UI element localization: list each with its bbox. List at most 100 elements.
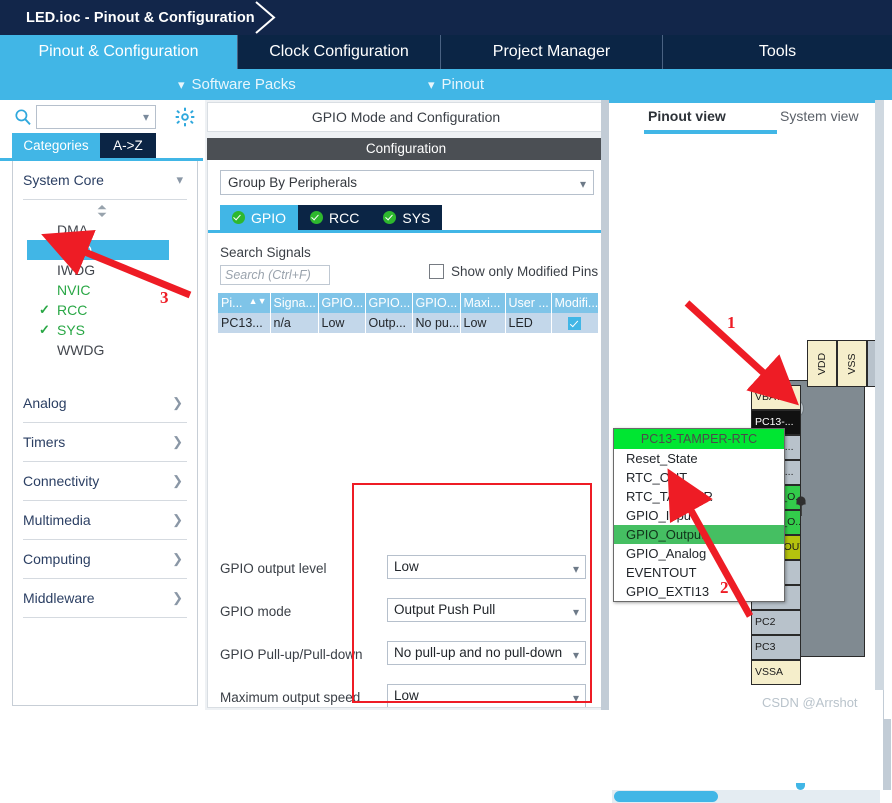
pinout-hscrollbar-thumb[interactable] (614, 791, 718, 802)
tab-pinout-configuration[interactable]: Pinout & Configuration (0, 35, 238, 69)
sidebar-item-dma[interactable]: DMA (13, 220, 197, 240)
tab-rcc[interactable]: RCC (298, 205, 372, 230)
sidebar-item-label: SYS (57, 322, 86, 338)
pin-vss[interactable]: VSS (837, 340, 867, 387)
chevron-right-icon: ❯ (172, 473, 183, 488)
col-modified[interactable]: Modifi... (551, 293, 599, 313)
pin-vbat[interactable]: VBAT (751, 385, 801, 410)
gpio-parameter-form: GPIO output level Low ▾ GPIO mode Output… (220, 550, 590, 707)
col-pin[interactable]: Pi... ▲▼ (218, 293, 271, 313)
sidebar-item-rcc[interactable]: ✓ RCC (13, 300, 197, 320)
sidebar-item-label: NVIC (57, 282, 91, 298)
menu-item-reset-state[interactable]: Reset_State (614, 449, 784, 468)
col-signal[interactable]: Signa... (270, 293, 319, 313)
group-connectivity[interactable]: Connectivity ❯ (23, 462, 187, 501)
table-row[interactable]: PC13... n/a Low Outp... No pu... Low LED (218, 313, 599, 333)
group-system-core-label: System Core (23, 172, 104, 188)
sidebar-item-sys[interactable]: ✓ SYS (13, 320, 197, 340)
cell-signal: n/a (270, 313, 319, 333)
menu-item-rtc-out[interactable]: RTC_OUT (614, 468, 784, 487)
chip-canvas[interactable]: VDD VSS PD0 VBAT PC13-... PC14-... PC15-… (609, 136, 883, 783)
chevron-right-icon: ❯ (172, 512, 183, 527)
field-gpio-mode: GPIO mode Output Push Pull ▾ (220, 593, 590, 636)
field-value: Low (394, 559, 419, 574)
configuration-panel: GPIO Mode and Configuration Configuratio… (205, 100, 806, 790)
sort-toggle-icon[interactable] (94, 204, 110, 218)
search-row: ▾ (0, 102, 203, 132)
pin-pc3[interactable]: PC3 (751, 635, 801, 660)
sidebar-item-nvic[interactable]: NVIC (13, 280, 197, 300)
pin-vdd[interactable]: VDD (807, 340, 837, 387)
menu-item-gpio-exti13[interactable]: GPIO_EXTI13 (614, 582, 784, 601)
pinout-vscrollbar[interactable] (875, 100, 884, 690)
group-by-value: Group By Peripherals (228, 175, 358, 190)
cell-modified (551, 313, 599, 333)
menu-item-gpio-input[interactable]: GPIO_Input (614, 506, 784, 525)
window-title: LED.ioc - Pinout & Configuration (26, 9, 255, 26)
search-input[interactable]: ▾ (36, 105, 156, 129)
group-multimedia[interactable]: Multimedia ❯ (23, 501, 187, 540)
gpio-mode-select[interactable]: Output Push Pull ▾ (387, 598, 586, 622)
field-label: GPIO mode (220, 604, 292, 619)
field-label: GPIO output level (220, 561, 327, 576)
tab-project-manager[interactable]: Project Manager (441, 35, 663, 69)
tab-clock-configuration[interactable]: Clock Configuration (238, 35, 441, 69)
sidebar-item-iwdg[interactable]: IWDG (13, 260, 197, 280)
annotation-step-3: 3 (160, 288, 169, 307)
tab-a-to-z[interactable]: A->Z (100, 133, 156, 158)
group-by-select[interactable]: Group By Peripherals ▾ (220, 170, 594, 195)
mode-header: GPIO Mode and Configuration (207, 102, 605, 132)
col-user-label[interactable]: User ... (505, 293, 552, 313)
group-middleware-label: Middleware (23, 590, 95, 606)
sidebar-item-label: DMA (57, 222, 89, 238)
gpio-pull-select[interactable]: No pull-up and no pull-down ▾ (387, 641, 586, 665)
group-middleware[interactable]: Middleware ❯ (23, 579, 187, 618)
tab-sys[interactable]: SYS (371, 205, 443, 230)
col-gpio-mode[interactable]: GPIO... (365, 293, 413, 313)
sidebar-item-gpio[interactable]: GPIO (27, 240, 169, 260)
annotation-step-1: 1 (727, 313, 736, 332)
group-system-core[interactable]: System Core ▾ (23, 161, 187, 200)
tab-system-view[interactable]: System view (780, 108, 859, 124)
col-gpio-pull[interactable]: GPIO... (412, 293, 461, 313)
breadcrumb-arrow-icon (255, 1, 276, 34)
search-icon[interactable] (14, 108, 32, 126)
checkbox-icon[interactable] (429, 264, 444, 279)
pinout-menu[interactable]: ▾ Pinout (428, 69, 484, 100)
cell-user-label: LED (505, 313, 552, 333)
sidebar-item-wwdg[interactable]: WWDG (13, 340, 197, 360)
software-packs-menu[interactable]: ▾ Software Packs (178, 69, 296, 100)
group-timers[interactable]: Timers ❯ (23, 423, 187, 462)
group-timers-label: Timers (23, 434, 66, 450)
menu-item-gpio-output[interactable]: GPIO_Output (614, 525, 784, 544)
tab-categories[interactable]: Categories (12, 133, 100, 158)
chevron-down-icon: ▾ (142, 110, 149, 124)
window-title-bar: LED.ioc - Pinout & Configuration (0, 0, 892, 35)
peripheral-tab-bar: GPIO RCC SYS (220, 205, 443, 230)
gear-icon[interactable] (175, 107, 195, 127)
pin-mode-context-menu[interactable]: PC13-TAMPER-RTC Reset_State RTC_OUT RTC_… (613, 428, 785, 602)
col-max-speed[interactable]: Maxi... (460, 293, 506, 313)
tab-tools[interactable]: Tools (663, 35, 892, 69)
pin-pc2[interactable]: PC2 (751, 610, 801, 635)
menu-item-eventout[interactable]: EVENTOUT (614, 563, 784, 582)
group-computing[interactable]: Computing ❯ (23, 540, 187, 579)
gpio-output-level-select[interactable]: Low ▾ (387, 555, 586, 579)
show-only-modified-pins[interactable]: Show only Modified Pins (429, 264, 598, 279)
tab-gpio[interactable]: GPIO (220, 205, 299, 230)
pin-vssa[interactable]: VSSA (751, 660, 801, 685)
tab-pinout-view[interactable]: Pinout view (648, 108, 726, 124)
search-signals-label: Search Signals (220, 245, 311, 260)
field-value: Low (394, 688, 419, 703)
col-gpio-output-level[interactable]: GPIO... (318, 293, 366, 313)
chevron-right-icon: ❯ (172, 551, 183, 566)
system-core-items: DMA GPIO IWDG NVIC ✓ RCC ✓ SYS WWDG (13, 200, 197, 360)
search-signals-input[interactable]: Search (Ctrl+F) (220, 265, 330, 285)
menu-item-rtc-tamper[interactable]: RTC_TAMPER (614, 487, 784, 506)
group-analog[interactable]: Analog ❯ (23, 384, 187, 423)
menu-item-gpio-analog[interactable]: GPIO_Analog (614, 544, 784, 563)
max-output-speed-select[interactable]: Low ▾ (387, 684, 586, 707)
sidebar-item-label: WWDG (57, 342, 105, 358)
checkbox-checked-icon[interactable] (568, 317, 581, 331)
